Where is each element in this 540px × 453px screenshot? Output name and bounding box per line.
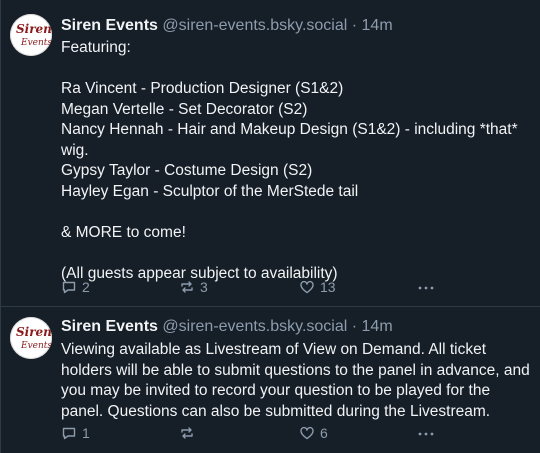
left-border [0, 307, 1, 453]
repost-arrows-icon [181, 281, 193, 293]
post-header: Siren Events @siren-events.bsky.social ·… [61, 317, 393, 337]
post-text: Viewing available as Livestream of View … [61, 341, 530, 420]
like-button[interactable]: 6 [299, 423, 328, 443]
svg-text:Siren: Siren [16, 22, 52, 36]
repost-button[interactable] [179, 423, 200, 443]
post[interactable]: Siren Events Siren Events @siren-events.… [0, 307, 540, 453]
svg-text:Siren: Siren [16, 325, 52, 339]
reply-count: 1 [82, 425, 90, 441]
heart-outline-icon [300, 426, 314, 440]
like-button[interactable]: 13 [299, 277, 336, 297]
svg-text:Events: Events [20, 38, 52, 48]
left-border [0, 0, 1, 306]
like-count: 13 [320, 279, 336, 295]
author-name[interactable]: Siren Events [61, 318, 158, 335]
siren-events-logo: Siren Events [16, 22, 52, 48]
repost-count: 3 [200, 279, 208, 295]
ellipsis-icon [418, 432, 434, 436]
post-actions: 2 3 13 [61, 277, 481, 297]
speech-bubble-icon [62, 427, 76, 440]
post-header: Siren Events @siren-events.bsky.social ·… [61, 16, 393, 36]
separator-dot: · [351, 318, 358, 335]
siren-events-logo: Siren Events [16, 325, 52, 351]
heart-outline-icon [300, 280, 314, 294]
avatar[interactable]: Siren Events [10, 317, 52, 359]
post-actions: 1 6 [61, 423, 481, 443]
post[interactable]: Siren Events Siren Events @siren-events.… [0, 0, 540, 307]
repost-arrows-icon [181, 427, 193, 439]
reply-button[interactable]: 2 [61, 277, 90, 297]
reply-count: 2 [82, 279, 90, 295]
avatar[interactable]: Siren Events [10, 14, 52, 56]
like-count: 6 [320, 425, 328, 441]
ellipsis-icon [418, 286, 434, 290]
svg-text:Events: Events [20, 341, 52, 351]
more-options-button[interactable] [417, 423, 435, 443]
more-options-button[interactable] [417, 277, 435, 297]
post-text: Featuring: Ra Vincent - Production Desig… [61, 39, 518, 282]
author-handle[interactable]: @siren-events.bsky.social [162, 318, 347, 335]
repost-button[interactable]: 3 [179, 277, 208, 297]
speech-bubble-icon [62, 281, 76, 294]
author-handle[interactable]: @siren-events.bsky.social [162, 17, 347, 34]
post-time[interactable]: 14m [362, 318, 393, 335]
reply-button[interactable]: 1 [61, 423, 90, 443]
separator-dot: · [351, 17, 358, 34]
author-name[interactable]: Siren Events [61, 17, 158, 34]
post-time[interactable]: 14m [362, 17, 393, 34]
